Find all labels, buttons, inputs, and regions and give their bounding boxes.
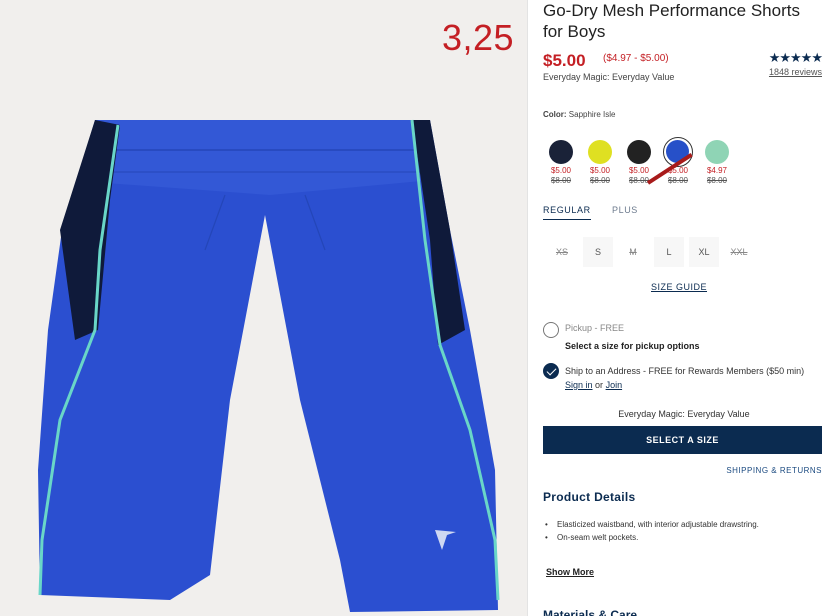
product-details-heading: Product Details [543, 490, 636, 504]
pickup-sublabel: Select a size for pickup options [565, 341, 700, 351]
ship-label: Ship to an Address - FREE for Rewards Me… [565, 364, 823, 392]
sale-price: $5.00 [543, 51, 586, 70]
swatch-original-price: $8.00 [706, 176, 728, 185]
ship-text: Ship to an Address - FREE for Rewards Me… [565, 366, 805, 376]
list-item: On-seam welt pockets. [543, 532, 783, 543]
swatch-original-price: $8.00 [550, 176, 572, 185]
swatch-circle [588, 140, 612, 164]
swatch-price: $5.00 [628, 166, 650, 175]
tab-plus[interactable]: PLUS [612, 205, 638, 215]
everyday-value-note: Everyday Magic: Everyday Value [618, 409, 750, 419]
size-button-l[interactable]: L [654, 237, 684, 267]
select-size-button[interactable]: SELECT A SIZE [543, 426, 822, 454]
pickup-radio[interactable] [543, 322, 559, 338]
swatch-original-price: $8.00 [589, 176, 611, 185]
color-swatch-yellow[interactable] [585, 137, 615, 167]
swatch-price: $5.00 [589, 166, 611, 175]
swatch-price: $5.00 [550, 166, 572, 175]
overlay-number: 3,25 [442, 17, 515, 58]
ship-radio[interactable] [543, 363, 559, 379]
size-guide-link[interactable]: SIZE GUIDE [651, 282, 707, 292]
product-info-panel: Go-Dry Mesh Performance Shorts for Boys … [543, 0, 825, 616]
shorts-illustration [38, 119, 500, 612]
size-button-xxl[interactable]: XXL [724, 237, 754, 267]
swatch-original-price: $8.00 [667, 176, 689, 185]
join-link[interactable]: Join [606, 380, 623, 390]
swatch-circle [627, 140, 651, 164]
reviews-link[interactable]: 1848 reviews [769, 67, 822, 77]
swatch-circle [705, 140, 729, 164]
color-swatch-navy[interactable] [546, 137, 576, 167]
list-item: Elasticized waistband, with interior adj… [543, 519, 783, 530]
product-image: 3,25 [0, 0, 527, 616]
tab-regular[interactable]: REGULAR [543, 205, 591, 220]
size-button-xl[interactable]: XL [689, 237, 719, 267]
or-text: or [595, 380, 604, 390]
rating-stars[interactable]: ★★★★★ [769, 50, 823, 66]
sign-in-link[interactable]: Sign in [565, 380, 593, 390]
color-label: Color: Sapphire Isle [543, 110, 616, 119]
size-button-s[interactable]: S [583, 237, 613, 267]
size-button-m[interactable]: M [618, 237, 648, 267]
swatch-circle [549, 140, 573, 164]
color-selected-name: Sapphire Isle [568, 110, 616, 119]
panel-divider [527, 0, 528, 616]
everyday-value-label: Everyday Magic: Everyday Value [543, 72, 675, 82]
swatch-price: $4.97 [706, 166, 728, 175]
materials-heading[interactable]: Materials & Care [543, 608, 637, 616]
pickup-label: Pickup - FREE [565, 323, 625, 333]
shipping-returns-link[interactable]: SHIPPING & RETURNS [726, 466, 822, 475]
show-more-link[interactable]: Show More [546, 567, 594, 577]
color-swatch-black[interactable] [624, 137, 654, 167]
color-label-key: Color: [543, 110, 567, 119]
product-details-list: Elasticized waistband, with interior adj… [543, 519, 783, 545]
product-title: Go-Dry Mesh Performance Shorts for Boys [543, 1, 800, 41]
price-range: ($4.97 - $5.00) [603, 53, 669, 64]
color-swatch-mint[interactable] [702, 137, 732, 167]
size-button-xs[interactable]: XS [547, 237, 577, 267]
